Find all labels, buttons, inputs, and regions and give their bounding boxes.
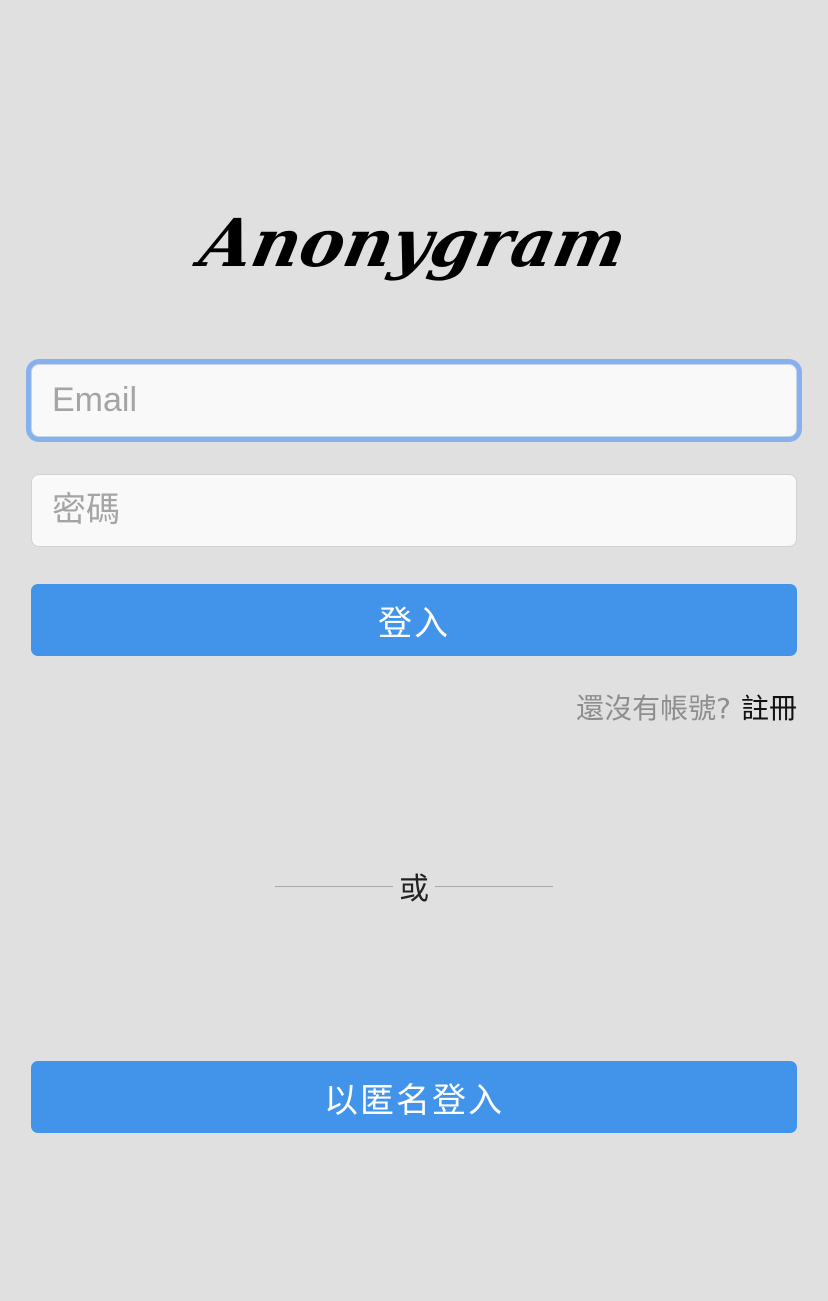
app-logo: Anonygram bbox=[0, 188, 828, 298]
anonymous-login-button[interactable]: 以匿名登入 bbox=[31, 1061, 797, 1133]
signup-row: 還沒有帳號? 註冊 bbox=[576, 686, 797, 728]
app-logo-text: Anonygram bbox=[194, 204, 634, 282]
password-field[interactable] bbox=[31, 474, 797, 547]
signup-link[interactable]: 註冊 bbox=[741, 687, 797, 727]
login-button[interactable]: 登入 bbox=[31, 584, 797, 656]
email-field[interactable] bbox=[31, 364, 797, 437]
divider-line-left bbox=[275, 885, 393, 887]
or-divider: 或 bbox=[275, 866, 553, 907]
divider-label: 或 bbox=[399, 872, 429, 907]
signup-prompt: 還沒有帳號? bbox=[576, 692, 731, 725]
divider-line-right bbox=[435, 885, 553, 887]
